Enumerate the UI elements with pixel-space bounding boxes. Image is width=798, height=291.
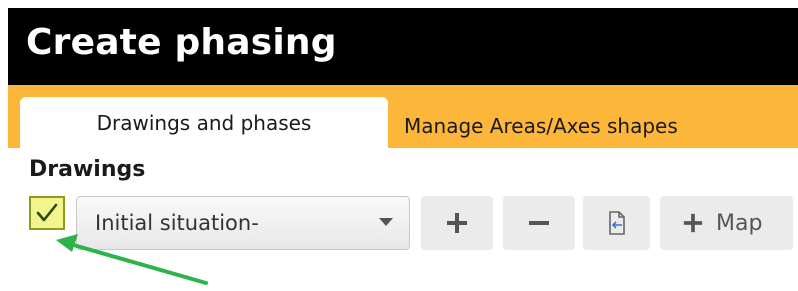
tab-drawings-and-phases[interactable]: Drawings and phases xyxy=(20,97,388,148)
tab-manage-areas-axes-shapes[interactable]: Manage Areas/Axes shapes xyxy=(388,103,798,148)
annotation-arrow-icon xyxy=(56,234,208,285)
chevron-down-icon xyxy=(379,218,393,226)
tab-label: Drawings and phases xyxy=(96,110,312,135)
import-drawing-button[interactable] xyxy=(583,196,650,250)
drawings-panel: Drawings Initial situation- Map xyxy=(8,148,798,291)
remove-drawing-button[interactable] xyxy=(503,196,575,250)
window-title: Create phasing xyxy=(26,22,337,63)
map-button-label: Map xyxy=(716,210,763,236)
plus-icon xyxy=(447,213,467,233)
title-bar: Create phasing xyxy=(8,8,798,85)
add-drawing-button[interactable] xyxy=(421,196,493,250)
plus-icon xyxy=(683,213,703,233)
tab-bar: Drawings and phases Manage Areas/Axes sh… xyxy=(8,85,798,148)
map-button[interactable]: Map xyxy=(660,196,793,250)
tab-label: Manage Areas/Axes shapes xyxy=(404,113,678,138)
minus-icon xyxy=(529,221,549,225)
document-arrow-icon xyxy=(608,211,625,235)
